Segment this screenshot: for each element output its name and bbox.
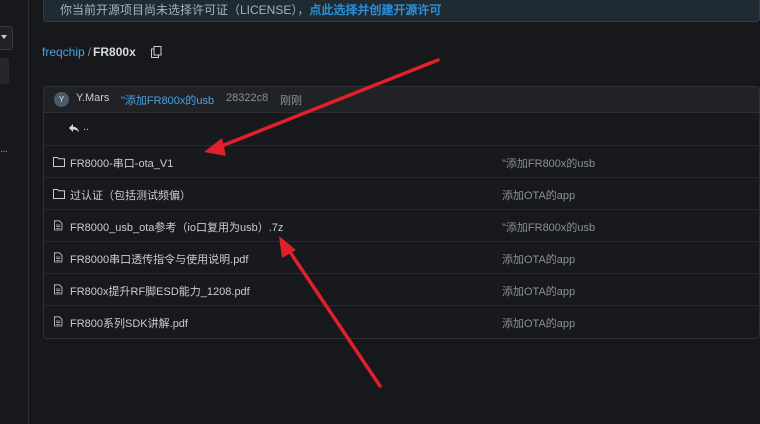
- file-commit-message[interactable]: 添加OTA的app: [502, 251, 575, 267]
- file-row[interactable]: FR8000_usb_ota参考（io口复用为usb）.7z "添加FR800x…: [44, 209, 760, 241]
- left-sidebar: ···: [0, 0, 29, 424]
- file-icon: [54, 284, 63, 295]
- file-icon: [54, 252, 63, 263]
- license-notice: 你当前开源项目尚未选择许可证（LICENSE），点此选择并创建开源许可: [43, 0, 760, 22]
- parent-directory-label[interactable]: ..: [83, 121, 89, 133]
- back-arrow-icon: [69, 124, 79, 133]
- more-icon[interactable]: ···: [0, 146, 8, 157]
- commit-time: 刚刚: [280, 95, 302, 107]
- file-row[interactable]: FR800x提升RF脚ESD能力_1208.pdf 添加OTA的app: [44, 273, 760, 305]
- sidebar-item[interactable]: [0, 58, 9, 84]
- file-name-link[interactable]: 过认证（包括测试频偏）: [70, 187, 191, 203]
- copy-icon[interactable]: [151, 46, 162, 58]
- file-name-link[interactable]: FR800系列SDK讲解.pdf: [70, 315, 188, 331]
- breadcrumb-owner-link[interactable]: freqchip: [42, 45, 85, 59]
- file-commit-message[interactable]: 添加OTA的app: [502, 283, 575, 299]
- breadcrumb-separator: /: [87, 45, 92, 59]
- file-icon: [54, 220, 63, 231]
- file-commit-message[interactable]: 添加OTA的app: [502, 187, 575, 203]
- commit-hash[interactable]: 28322c8: [226, 92, 268, 104]
- file-list: .. FR8000-串口-ota_V1 "添加FR800x的usb 过认证（包括…: [43, 112, 760, 339]
- folder-icon: [53, 189, 65, 199]
- file-name-link[interactable]: FR800x提升RF脚ESD能力_1208.pdf: [70, 283, 250, 299]
- file-row[interactable]: 过认证（包括测试频偏） 添加OTA的app: [44, 177, 760, 209]
- file-row[interactable]: FR800系列SDK讲解.pdf 添加OTA的app: [44, 305, 760, 337]
- commit-message-link[interactable]: "添加FR800x的usb: [121, 92, 214, 108]
- file-icon: [54, 316, 63, 327]
- file-row[interactable]: FR8000-串口-ota_V1 "添加FR800x的usb: [44, 145, 760, 177]
- file-commit-message[interactable]: "添加FR800x的usb: [502, 219, 595, 235]
- breadcrumb-repo: FR800x: [93, 45, 136, 59]
- create-license-link[interactable]: 点此选择并创建开源许可: [309, 3, 441, 17]
- file-name-link[interactable]: FR8000串口透传指令与使用说明.pdf: [70, 251, 248, 267]
- file-name-link[interactable]: FR8000_usb_ota参考（io口复用为usb）.7z: [70, 219, 283, 235]
- breadcrumb: freqchip / FR800x: [42, 45, 136, 59]
- file-commit-message[interactable]: 添加OTA的app: [502, 315, 575, 331]
- file-commit-message[interactable]: "添加FR800x的usb: [502, 155, 595, 171]
- folder-icon: [53, 157, 65, 167]
- notice-text: 你当前开源项目尚未选择许可证（LICENSE），: [60, 3, 310, 17]
- chevron-down-icon[interactable]: [1, 35, 7, 39]
- parent-directory-row[interactable]: ..: [44, 113, 760, 145]
- latest-commit-bar: Y Y.Mars "添加FR800x的usb 28322c8 刚刚: [43, 86, 760, 112]
- commit-author[interactable]: Y.Mars: [76, 92, 109, 104]
- file-row[interactable]: FR8000串口透传指令与使用说明.pdf 添加OTA的app: [44, 241, 760, 273]
- avatar[interactable]: Y: [54, 92, 69, 107]
- file-name-link[interactable]: FR8000-串口-ota_V1: [70, 155, 173, 171]
